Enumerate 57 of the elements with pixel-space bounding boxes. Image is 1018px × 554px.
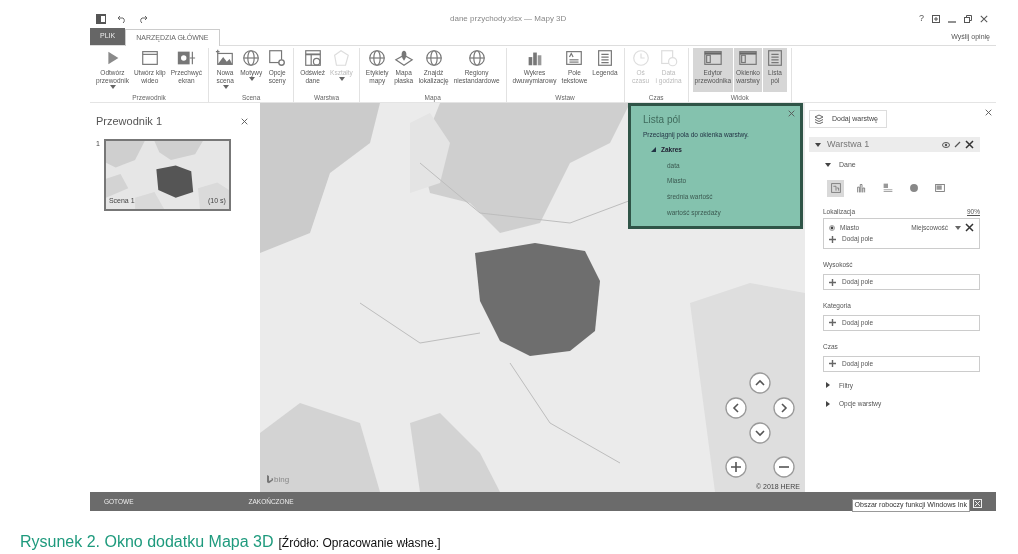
restore-icon[interactable] xyxy=(964,14,972,23)
figure-source: [Źródło: Opracowanie własne.] xyxy=(278,534,441,552)
delete-icon[interactable] xyxy=(965,140,974,149)
redo-icon[interactable] xyxy=(138,13,148,24)
expanded-arrow-icon[interactable] xyxy=(825,162,831,169)
plus-icon xyxy=(829,319,836,327)
layer-name: Warstwa 1 xyxy=(827,137,870,151)
chart-type-icon xyxy=(828,181,843,195)
shape-icon xyxy=(331,48,352,68)
undo-icon[interactable] xyxy=(117,13,127,24)
collapsed-arrow-icon[interactable] xyxy=(825,401,831,408)
figure-caption: Rysunek 2. Okno dodatku Mapa 3D xyxy=(20,532,274,552)
delete-icon[interactable] xyxy=(965,223,974,233)
layer-header[interactable]: Warstwa 1 xyxy=(809,137,980,152)
help-button[interactable]: ? xyxy=(919,11,924,26)
caret-icon xyxy=(955,225,961,230)
spreadsheet-icon xyxy=(96,13,106,24)
panel-icon xyxy=(702,48,723,68)
pan-up-button[interactable] xyxy=(749,372,771,394)
radio-button[interactable] xyxy=(829,224,835,231)
expanded-arrow-icon[interactable] xyxy=(651,147,656,153)
table-icon xyxy=(302,48,323,68)
pin-icon xyxy=(393,48,414,68)
text-box-icon xyxy=(564,48,585,68)
globe-icon xyxy=(241,48,262,68)
fullscreen-icon[interactable] xyxy=(932,14,940,23)
screen-icon xyxy=(139,48,160,68)
chart-type-icon xyxy=(932,181,947,195)
panel-title: Lista pól xyxy=(643,113,682,127)
collapsed-arrow-icon[interactable] xyxy=(825,382,831,389)
window-title: dane przychody.xlsx — Mapy 3D xyxy=(450,12,567,25)
zoom-out-button[interactable] xyxy=(773,456,795,478)
layers-icon xyxy=(814,114,824,124)
close-icon[interactable] xyxy=(788,110,795,117)
pencil-icon[interactable] xyxy=(954,141,961,148)
globe-icon xyxy=(423,48,444,68)
zoom-in-button[interactable] xyxy=(725,456,747,478)
close-icon[interactable] xyxy=(980,14,988,23)
close-icon[interactable] xyxy=(241,117,248,125)
visualization-type-button[interactable] xyxy=(827,179,844,197)
globe-icon xyxy=(367,48,388,68)
plus-icon xyxy=(829,360,836,367)
close-icon[interactable] xyxy=(985,109,992,116)
plus-icon xyxy=(829,235,836,243)
clock-icon xyxy=(630,48,651,68)
panel-icon xyxy=(738,48,759,68)
globe-icon xyxy=(466,48,487,68)
panel-title: Przewodnik 1 xyxy=(96,114,163,129)
pan-right-button[interactable] xyxy=(773,397,795,419)
pan-left-button[interactable] xyxy=(725,397,747,419)
expanded-arrow-icon[interactable] xyxy=(815,141,821,148)
pan-down-button[interactable] xyxy=(749,422,771,444)
image-icon xyxy=(215,48,236,68)
plus-icon xyxy=(829,278,836,286)
windows-ink-icon[interactable] xyxy=(973,499,982,508)
logo-icon xyxy=(267,475,273,484)
eye-icon[interactable] xyxy=(942,141,950,148)
